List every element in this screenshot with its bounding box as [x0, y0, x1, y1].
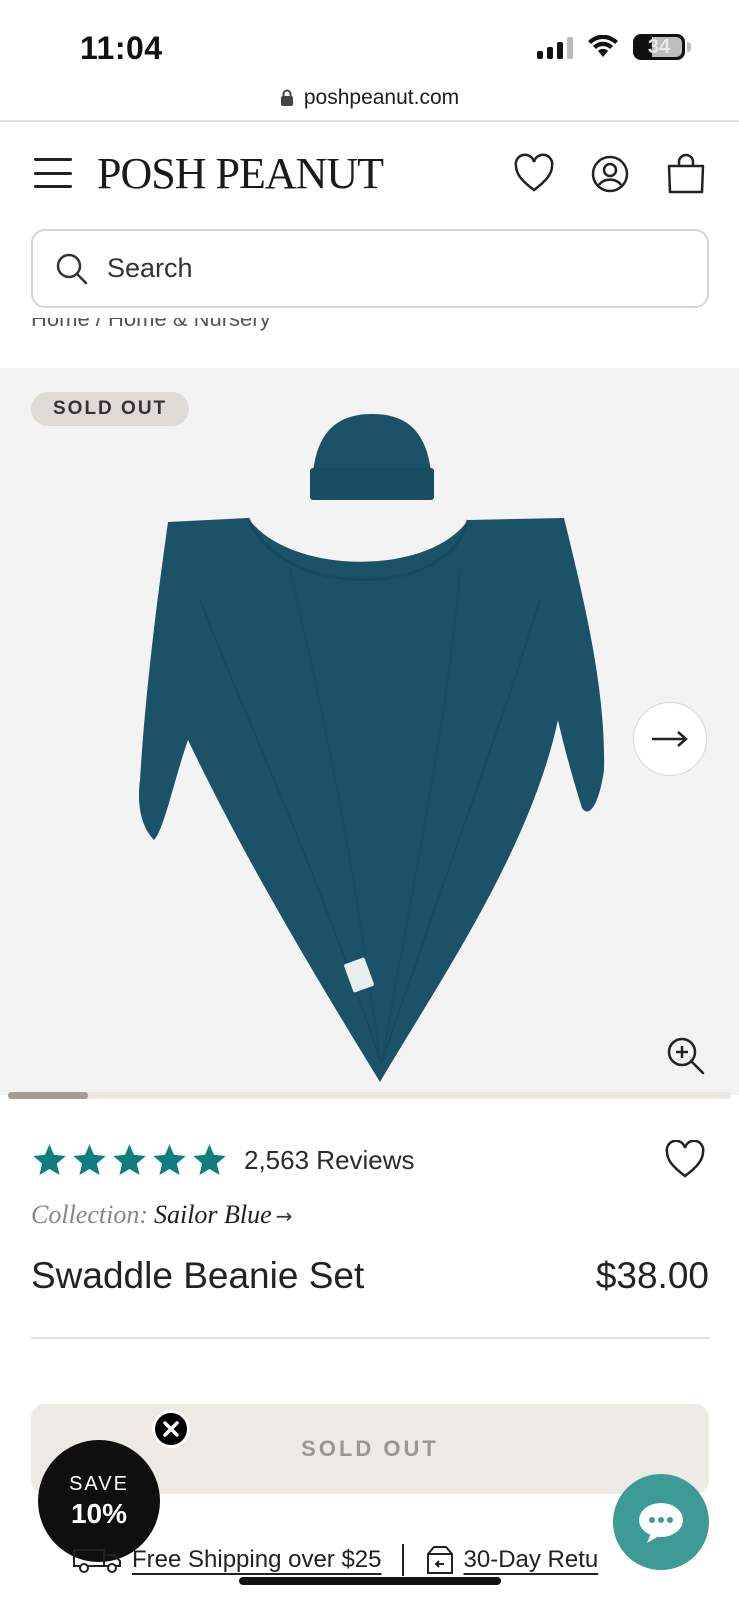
zoom-in-icon[interactable] [666, 1036, 706, 1076]
collection-link[interactable]: Collection: Sailor Blue → [31, 1200, 292, 1230]
product-price: $38.00 [595, 1255, 709, 1296]
signal-icon [537, 35, 573, 59]
returns-link[interactable]: 30-Day Retu [464, 1546, 599, 1574]
rating-row[interactable]: 2,563 Reviews [31, 1142, 415, 1178]
return-box-icon [426, 1546, 453, 1574]
swaddle-beanie-image [138, 414, 605, 1082]
heart-icon[interactable] [512, 152, 556, 196]
search-icon [56, 253, 88, 284]
shipping-strip: Free Shipping over $25 30-Day Retu [72, 1540, 598, 1580]
collection-arrow-icon: → [275, 1204, 293, 1228]
divider [31, 1337, 709, 1339]
status-time: 11:04 [80, 30, 163, 66]
star-icon [113, 1144, 146, 1175]
reviews-link[interactable]: 2,563 Reviews [244, 1145, 415, 1176]
status-icons: 34 [537, 34, 691, 60]
chat-button[interactable] [613, 1474, 709, 1570]
save-percent: 10% [70, 1497, 128, 1529]
breadcrumb-text[interactable]: Home / Home & Nursery [31, 318, 271, 332]
url-divider [0, 120, 739, 122]
wishlist-heart-icon[interactable] [663, 1140, 707, 1180]
account-icon[interactable] [588, 152, 632, 196]
truck-icon [73, 1549, 121, 1573]
wifi-icon [588, 35, 618, 57]
hamburger-menu-icon[interactable] [34, 158, 72, 188]
next-image-button[interactable] [633, 702, 707, 776]
free-shipping-link[interactable]: Free Shipping over $25 [132, 1546, 382, 1574]
battery-level: 34 [647, 35, 671, 58]
url-text: poshpeanut.com [303, 86, 460, 109]
star-rating [31, 1142, 228, 1178]
search-bar[interactable] [31, 229, 709, 308]
status-bar: 11:04 34 [0, 0, 739, 80]
close-icon [163, 1421, 179, 1437]
battery-icon: 34 [633, 34, 685, 60]
collection-name[interactable]: Sailor Blue [154, 1200, 272, 1229]
star-icon [33, 1144, 66, 1175]
site-header: POSH PEANUT [0, 140, 739, 210]
site-logo[interactable]: POSH PEANUT [97, 148, 384, 199]
battery-tip [687, 42, 691, 52]
star-icon [73, 1144, 106, 1175]
shopping-bag-icon[interactable] [664, 152, 708, 196]
collection-label: Collection: [31, 1200, 148, 1229]
arrow-right-icon [652, 731, 688, 747]
gallery-scrollbar[interactable] [8, 1092, 731, 1099]
home-indicator [239, 1577, 501, 1585]
url-bar[interactable]: poshpeanut.com [0, 78, 739, 118]
star-icon [153, 1144, 186, 1175]
shipping-separator [401, 1544, 404, 1576]
lock-icon [280, 89, 293, 106]
star-icon [193, 1144, 226, 1175]
title-row: Swaddle Beanie Set $38.00 [31, 1255, 709, 1297]
close-popup-button[interactable] [152, 1410, 190, 1448]
product-title: Swaddle Beanie Set [31, 1255, 365, 1296]
save-label: SAVE [69, 1472, 129, 1495]
breadcrumb[interactable]: Home / Home & Nursery [31, 318, 271, 340]
search-input[interactable] [107, 253, 667, 284]
chat-bubble-icon [639, 1503, 683, 1543]
gallery-scroll-thumb[interactable] [8, 1092, 88, 1099]
